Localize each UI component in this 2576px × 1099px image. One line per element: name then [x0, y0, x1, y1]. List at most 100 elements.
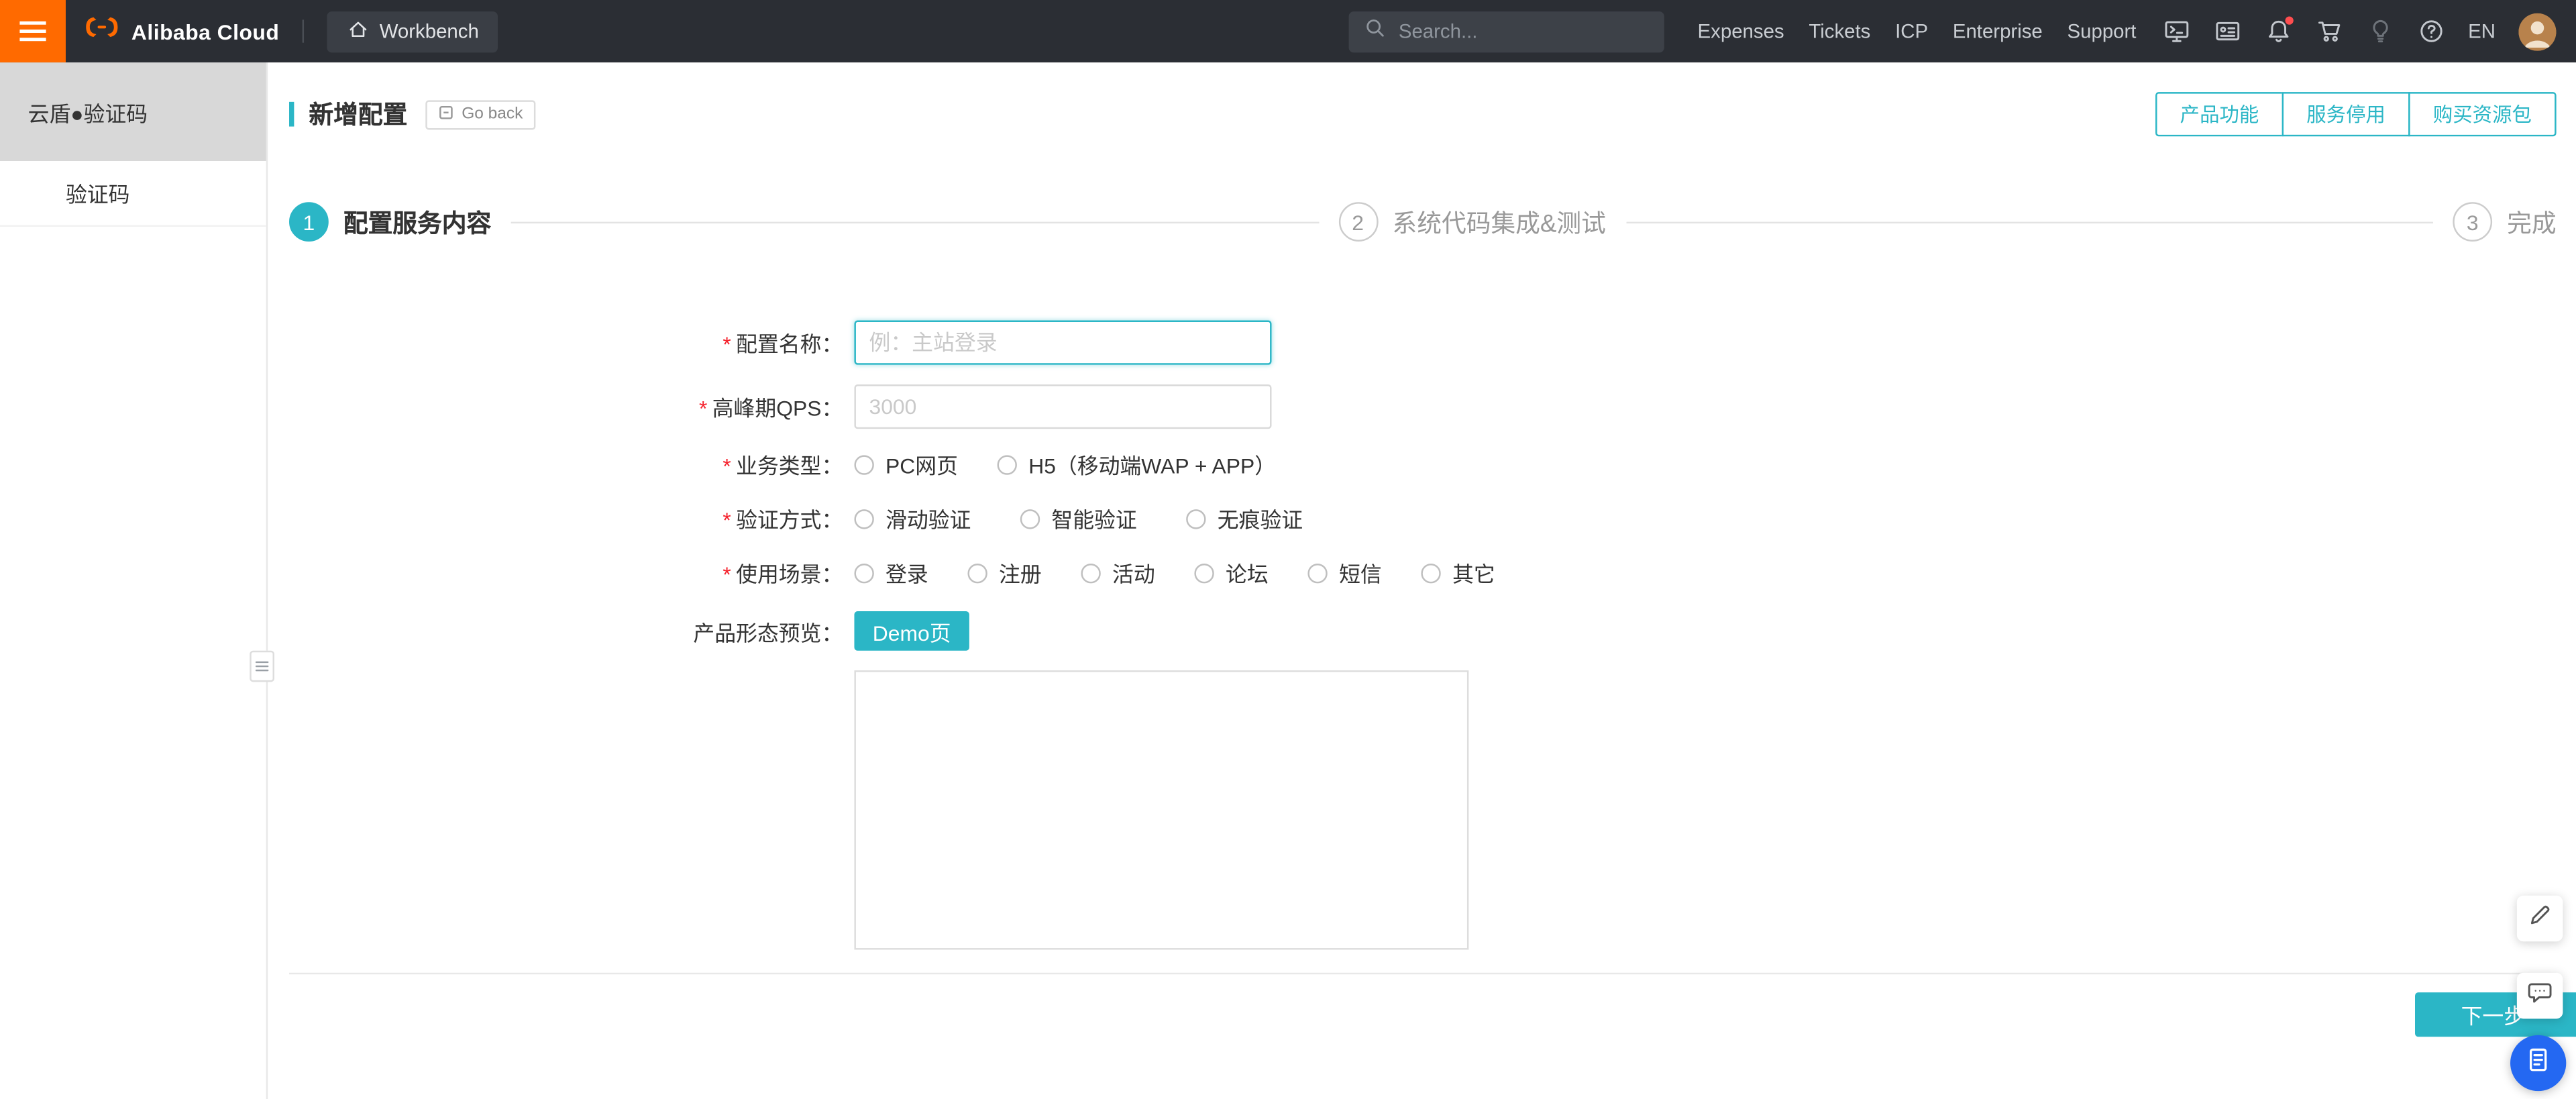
radio-scene-forum[interactable]: 论坛	[1194, 557, 1269, 588]
chat-bubble-icon	[2527, 978, 2553, 1012]
app-icon[interactable]	[2214, 16, 2243, 46]
search-input[interactable]	[1398, 19, 1650, 43]
pencil-icon	[2527, 901, 2553, 935]
radio-scene-register[interactable]: 注册	[967, 557, 1042, 588]
sidebar-item-captcha[interactable]: 验证码	[0, 161, 266, 227]
radio-icon	[854, 454, 874, 474]
demo-page-button[interactable]: Demo页	[854, 611, 969, 651]
workbench-label: Workbench	[379, 19, 479, 43]
hamburger-menu-button[interactable]	[0, 0, 66, 63]
feedback-edit-fab[interactable]	[2516, 895, 2563, 942]
go-back-label: Go back	[462, 105, 523, 123]
service-suspend-button[interactable]: 服务停用	[2282, 92, 2410, 137]
use-scene-label: * 使用场景：	[722, 562, 843, 587]
alibaba-cloud-logo-icon	[84, 15, 120, 48]
radio-label: 登录	[885, 562, 928, 587]
radio-pc-web[interactable]: PC网页	[854, 449, 958, 480]
radio-scene-login[interactable]: 登录	[854, 557, 928, 588]
radio-icon	[1186, 508, 1206, 529]
required-marker: *	[698, 396, 708, 421]
radio-label: 短信	[1339, 562, 1382, 587]
step-1-configure: 1 配置服务内容	[289, 202, 491, 242]
topbar-nav: Expenses Tickets ICP Enterprise Support	[1698, 19, 2137, 42]
radio-icon	[1194, 562, 1214, 583]
business-type-label: * 业务类型：	[722, 453, 843, 478]
radio-label: H5（移动端WAP + APP）	[1028, 453, 1277, 478]
terminal-icon[interactable]	[2163, 16, 2192, 46]
radio-slide-verify[interactable]: 滑动验证	[854, 503, 971, 534]
sidebar-product-title: 云盾●验证码	[0, 62, 266, 162]
nav-enterprise[interactable]: Enterprise	[1953, 19, 2043, 42]
cart-icon[interactable]	[2315, 16, 2345, 46]
page-header: 新增配置 Go back 产品功能 服务停用 购买资源包	[289, 92, 2557, 137]
topbar-icons	[2163, 16, 2447, 46]
nav-expenses[interactable]: Expenses	[1698, 19, 1784, 42]
step-indicator: 1 配置服务内容 2 系统代码集成&测试 3 完成	[289, 202, 2557, 242]
config-name-label: * 配置名称：	[722, 331, 843, 357]
go-back-button[interactable]: Go back	[425, 99, 537, 129]
alibaba-cloud-logo[interactable]: Alibaba Cloud	[84, 15, 279, 48]
captcha-preview-panel	[854, 670, 1469, 950]
step-1-circle: 1	[289, 202, 329, 242]
step-1-label: 配置服务内容	[343, 209, 492, 238]
nav-tickets[interactable]: Tickets	[1809, 19, 1870, 42]
sidebar-collapse-handle[interactable]	[250, 650, 274, 682]
search-icon	[1364, 15, 1387, 47]
radio-icon	[1307, 562, 1328, 583]
step-3-label: 完成	[2507, 209, 2557, 238]
required-marker: *	[722, 331, 731, 357]
radio-scene-sms[interactable]: 短信	[1307, 557, 1382, 588]
required-marker: *	[722, 562, 731, 587]
config-name-input[interactable]	[854, 320, 1272, 365]
preview-label: 产品形态预览：	[693, 620, 843, 645]
header-actions: 产品功能 服务停用 购买资源包	[2155, 92, 2557, 137]
step-2-label: 系统代码集成&测试	[1392, 209, 1606, 238]
business-type-row: * 业务类型： PC网页 H5（移动端WAP + APP）	[289, 449, 2557, 480]
radio-invisible-verify[interactable]: 无痕验证	[1186, 503, 1303, 534]
radio-label: 注册	[999, 562, 1042, 587]
radio-label: PC网页	[885, 453, 958, 478]
step-2-circle: 2	[1338, 202, 1378, 242]
step-3-circle: 3	[2453, 202, 2493, 242]
nav-support[interactable]: Support	[2068, 19, 2137, 42]
buy-resource-pack-button[interactable]: 购买资源包	[2408, 92, 2557, 137]
search-box[interactable]	[1349, 10, 1665, 52]
page-title: 新增配置	[309, 101, 408, 130]
radio-label: 无痕验证	[1217, 507, 1303, 533]
radio-scene-activity[interactable]: 活动	[1081, 557, 1155, 588]
radio-smart-verify[interactable]: 智能验证	[1020, 503, 1137, 534]
radio-label: 活动	[1112, 562, 1155, 587]
nav-icp[interactable]: ICP	[1895, 19, 1928, 42]
radio-label: 滑动验证	[885, 507, 971, 533]
radio-icon	[1421, 562, 1441, 583]
peak-qps-label: * 高峰期QPS：	[698, 396, 843, 421]
workbench-button[interactable]: Workbench	[327, 10, 499, 52]
product-features-button[interactable]: 产品功能	[2155, 92, 2284, 137]
go-back-icon	[439, 105, 453, 124]
topbar-divider	[302, 19, 305, 43]
sidebar: 云盾●验证码 验证码	[0, 62, 268, 1099]
chat-support-fab[interactable]	[2516, 972, 2563, 1019]
use-scene-row: * 使用场景： 登录 注册 活动 论坛 短信 其它	[289, 557, 2557, 588]
config-name-row: * 配置名称：	[289, 320, 2557, 365]
verify-method-row: * 验证方式： 滑动验证 智能验证 无痕验证	[289, 503, 2557, 534]
verify-method-label: * 验证方式：	[722, 507, 843, 533]
survey-form-icon	[2524, 1044, 2553, 1082]
language-selector[interactable]: EN	[2468, 19, 2496, 42]
config-form: *配置名称： *高峰期QPS： *业务类型： PC网页 H5（移动端WAP + …	[289, 320, 2557, 950]
user-avatar[interactable]	[2518, 12, 2557, 50]
radio-icon	[997, 454, 1018, 474]
main-content: 新增配置 Go back 产品功能 服务停用 购买资源包 1 配置服务内容 2 …	[268, 62, 2576, 1099]
radio-label: 论坛	[1226, 562, 1269, 587]
peak-qps-input[interactable]	[854, 384, 1272, 429]
topbar: Alibaba Cloud Workbench Expenses Tickets…	[0, 0, 2576, 63]
lightbulb-icon[interactable]	[2366, 16, 2396, 46]
radio-scene-other[interactable]: 其它	[1421, 557, 1495, 588]
radio-label: 智能验证	[1051, 507, 1137, 533]
radio-h5[interactable]: H5（移动端WAP + APP）	[997, 449, 1277, 480]
bottom-divider	[289, 972, 2557, 975]
bell-icon[interactable]	[2264, 16, 2294, 46]
help-icon[interactable]	[2417, 16, 2447, 46]
survey-fab[interactable]	[2510, 1035, 2567, 1092]
step-connector	[511, 221, 1319, 223]
